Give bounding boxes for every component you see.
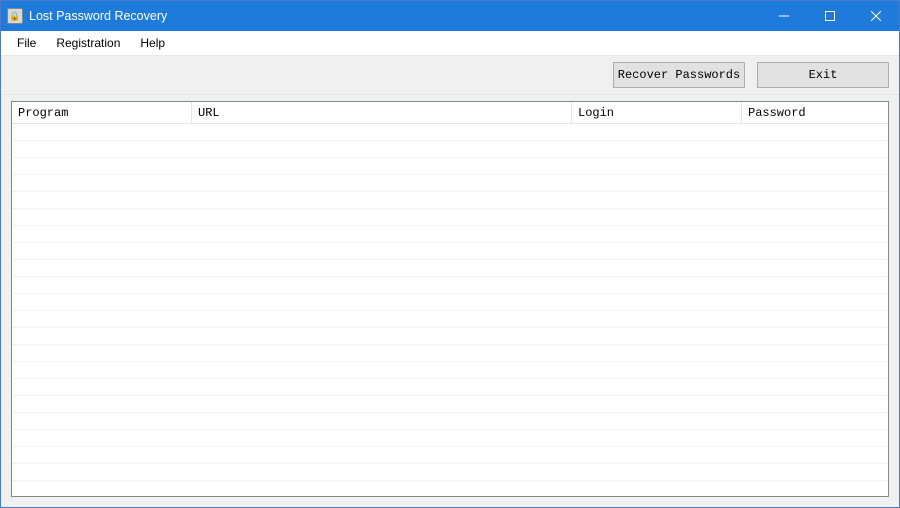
table-row: [12, 158, 888, 175]
toolbar: Recover Passwords Exit: [1, 55, 899, 95]
menu-file[interactable]: File: [7, 33, 46, 53]
table-row: [12, 328, 888, 345]
table-row: [12, 464, 888, 481]
table-row: [12, 294, 888, 311]
app-icon: 🔒: [7, 8, 23, 24]
table-row: [12, 362, 888, 379]
table-row: [12, 413, 888, 430]
table-row: [12, 243, 888, 260]
table-body[interactable]: [12, 124, 888, 496]
column-header-program[interactable]: Program: [12, 102, 192, 124]
table-row: [12, 260, 888, 277]
table-row: [12, 226, 888, 243]
maximize-icon: [825, 11, 835, 21]
table-row: [12, 277, 888, 294]
table-row: [12, 447, 888, 464]
table-row: [12, 124, 888, 141]
results-table: Program URL Login Password: [11, 101, 889, 497]
table-row: [12, 430, 888, 447]
menubar: File Registration Help: [1, 31, 899, 55]
table-row: [12, 396, 888, 413]
menu-registration[interactable]: Registration: [46, 33, 130, 53]
menu-help[interactable]: Help: [130, 33, 175, 53]
maximize-button[interactable]: [807, 1, 853, 31]
table-row: [12, 345, 888, 362]
column-header-password[interactable]: Password: [742, 102, 888, 124]
exit-button[interactable]: Exit: [757, 62, 889, 88]
table-row: [12, 192, 888, 209]
table-row: [12, 379, 888, 396]
column-header-login[interactable]: Login: [572, 102, 742, 124]
table-row: [12, 311, 888, 328]
content-area: Program URL Login Password: [1, 95, 899, 507]
table-row: [12, 209, 888, 226]
minimize-icon: [779, 11, 789, 21]
recover-passwords-button[interactable]: Recover Passwords: [613, 62, 745, 88]
table-row: [12, 175, 888, 192]
table-row: [12, 481, 888, 496]
close-button[interactable]: [853, 1, 899, 31]
window-title: Lost Password Recovery: [29, 9, 167, 23]
column-header-url[interactable]: URL: [192, 102, 572, 124]
close-icon: [871, 11, 881, 21]
table-header: Program URL Login Password: [12, 102, 888, 124]
minimize-button[interactable]: [761, 1, 807, 31]
table-row: [12, 141, 888, 158]
titlebar: 🔒 Lost Password Recovery: [1, 1, 899, 31]
